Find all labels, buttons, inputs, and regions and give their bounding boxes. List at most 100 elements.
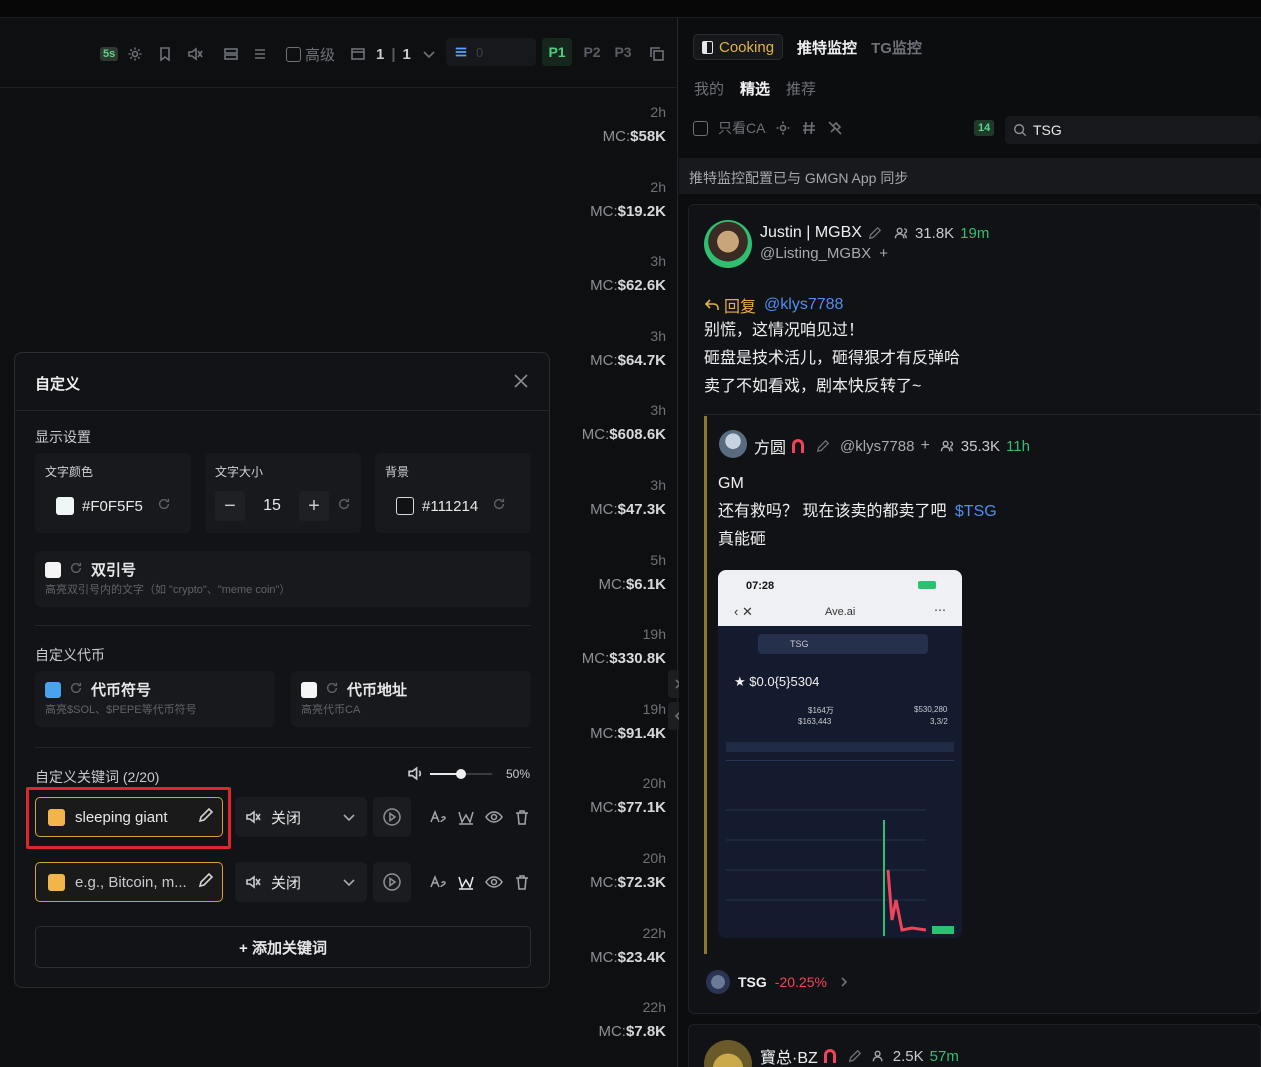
feed-row[interactable]: 3h MC:$62.6K xyxy=(546,253,666,294)
settings-icon[interactable] xyxy=(775,120,791,136)
only-ca-checkbox[interactable] xyxy=(693,120,708,136)
tweet-handle[interactable]: @Listing_MGBX xyxy=(760,245,871,262)
volume-knob[interactable] xyxy=(456,768,466,779)
next-tweet-author[interactable]: 寶总·BZ xyxy=(760,1044,818,1067)
edit-pencil-icon[interactable] xyxy=(816,439,830,453)
feed-row[interactable]: 2h MC:$19.2K xyxy=(546,179,666,220)
subtab-recommended[interactable]: 推荐 xyxy=(786,78,816,99)
add-keyword-button[interactable]: + 添加关键词 xyxy=(35,926,531,968)
feed-row-mc: MC:$7.8K xyxy=(546,1023,666,1040)
feed-row[interactable]: 3h MC:$64.7K xyxy=(546,328,666,369)
follow-plus-icon[interactable]: + xyxy=(879,245,888,262)
phone-stat-b: $530,280 xyxy=(914,705,948,714)
settings-icon[interactable] xyxy=(127,44,143,64)
tg-badge[interactable]: 14 xyxy=(974,120,995,136)
text-size-stepper[interactable]: − 15 + xyxy=(215,491,351,521)
avatar[interactable] xyxy=(719,430,747,458)
edit-pencil-icon[interactable] xyxy=(868,226,882,240)
feed-row[interactable]: 22h MC:$7.8K xyxy=(546,999,666,1040)
ticker-link[interactable]: $TSG xyxy=(955,503,997,520)
quote-highlight-toggle[interactable]: 双引号 xyxy=(45,559,136,580)
quoted-author[interactable]: 方圆 xyxy=(754,434,786,458)
grid-view-icon[interactable] xyxy=(223,44,239,64)
eye-icon[interactable] xyxy=(485,873,503,891)
tab-twitter-monitor[interactable]: 推特监控 xyxy=(797,37,857,58)
font-style-icon[interactable] xyxy=(429,808,447,826)
hashtag-icon[interactable] xyxy=(801,120,817,136)
bookmark-icon[interactable] xyxy=(157,44,173,64)
follow-plus-icon[interactable]: + xyxy=(920,437,929,455)
token-symbol-toggle[interactable]: 代币符号 xyxy=(45,679,151,700)
trash-icon[interactable] xyxy=(513,873,531,891)
page-button-p3[interactable]: P3 xyxy=(608,38,638,66)
keyword-color-swatch[interactable] xyxy=(48,808,65,826)
page-button-p2[interactable]: P2 xyxy=(577,38,607,66)
tab-cooking[interactable]: Cooking xyxy=(693,34,784,60)
keyword-input-2[interactable]: e.g., Bitcoin, m... xyxy=(35,862,223,902)
feed-row[interactable]: 19h MC:$330.8K xyxy=(546,626,666,667)
feed-row[interactable]: 3h MC:$608.6K xyxy=(546,402,666,443)
feed-row[interactable]: 19h MC:$91.4K xyxy=(546,701,666,742)
font-style-icon[interactable] xyxy=(429,873,447,891)
mute-icon[interactable] xyxy=(187,44,203,64)
volume-control[interactable]: 50% xyxy=(407,765,530,782)
advanced-checkbox[interactable] xyxy=(286,46,301,62)
list-view-icon[interactable] xyxy=(252,44,268,64)
search-input[interactable]: TSG xyxy=(1005,116,1261,144)
avatar[interactable] xyxy=(704,220,752,268)
edit-pencil-icon[interactable] xyxy=(198,807,214,827)
decrease-button[interactable]: − xyxy=(215,491,245,521)
subtab-featured[interactable]: 精选 xyxy=(740,78,770,99)
feed-row[interactable]: 22h MC:$23.4K xyxy=(546,925,666,966)
subtab-mine[interactable]: 我的 xyxy=(694,78,724,99)
filter-input[interactable]: 0 xyxy=(446,38,536,66)
edit-pencil-icon[interactable] xyxy=(848,1049,862,1063)
feed-row[interactable]: 2h MC:$58K xyxy=(546,104,666,145)
reset-icon[interactable] xyxy=(325,681,339,699)
token-chip[interactable]: TSG -20.25% xyxy=(706,970,849,994)
feed-row[interactable]: 5h MC:$6.1K xyxy=(546,552,666,593)
pin-off-icon[interactable] xyxy=(827,120,843,136)
volume-slider[interactable] xyxy=(430,766,492,782)
increase-button[interactable]: + xyxy=(299,491,329,521)
keyword-color-swatch[interactable] xyxy=(48,873,65,891)
whole-word-icon[interactable] xyxy=(457,873,475,891)
preview-sound-button[interactable] xyxy=(373,797,411,837)
reply-to-handle[interactable]: @klys7788 xyxy=(764,296,843,314)
page-button-p1[interactable]: P1 xyxy=(542,38,572,66)
feed-row[interactable]: 20h MC:$72.3K xyxy=(546,850,666,891)
reset-icon[interactable] xyxy=(69,681,83,699)
badge-5s[interactable]: 5s xyxy=(100,44,119,64)
quote-checkbox[interactable] xyxy=(45,561,61,578)
page-counter[interactable]: 1 | 1 xyxy=(376,44,437,64)
symbol-checkbox[interactable] xyxy=(45,681,61,698)
feed-row[interactable]: 3h MC:$47.3K xyxy=(546,477,666,518)
reset-icon[interactable] xyxy=(157,497,171,515)
address-checkbox[interactable] xyxy=(301,681,317,698)
edit-pencil-icon[interactable] xyxy=(198,872,214,892)
keyword-sound-select-1[interactable]: 关闭 xyxy=(235,797,367,837)
copy-icon[interactable] xyxy=(649,44,665,64)
reset-icon[interactable] xyxy=(492,497,506,515)
tweet-image[interactable]: 07:28 ‹ ✕ Ave.ai ⋯ TSG ★ $0.0{5}5304 $16… xyxy=(718,570,962,938)
text-color-control[interactable]: #F0F5F5 xyxy=(56,497,171,515)
keyword-input-1[interactable]: sleeping giant xyxy=(35,797,223,837)
text-color-swatch[interactable] xyxy=(56,497,74,515)
whole-word-icon[interactable] xyxy=(457,808,475,826)
keyword-sound-select-2[interactable]: 关闭 xyxy=(235,862,367,902)
close-icon[interactable] xyxy=(513,373,529,389)
tab-tg-monitor[interactable]: TG监控 xyxy=(871,37,922,58)
trash-icon[interactable] xyxy=(513,808,531,826)
feed-row[interactable]: 20h MC:$77.1K xyxy=(546,775,666,816)
reset-icon[interactable] xyxy=(69,561,83,579)
background-control[interactable]: #111214 xyxy=(396,497,506,515)
token-address-toggle[interactable]: 代币地址 xyxy=(301,679,407,700)
window-icon[interactable] xyxy=(350,44,366,64)
eye-icon[interactable] xyxy=(485,808,503,826)
quoted-handle[interactable]: @klys7788 xyxy=(840,438,914,455)
advanced-toggle[interactable]: 高级 xyxy=(286,44,335,64)
tweet-author[interactable]: Justin | MGBX xyxy=(760,224,862,242)
preview-sound-button[interactable] xyxy=(373,862,411,902)
background-swatch[interactable] xyxy=(396,497,414,515)
reset-icon[interactable] xyxy=(337,497,351,515)
